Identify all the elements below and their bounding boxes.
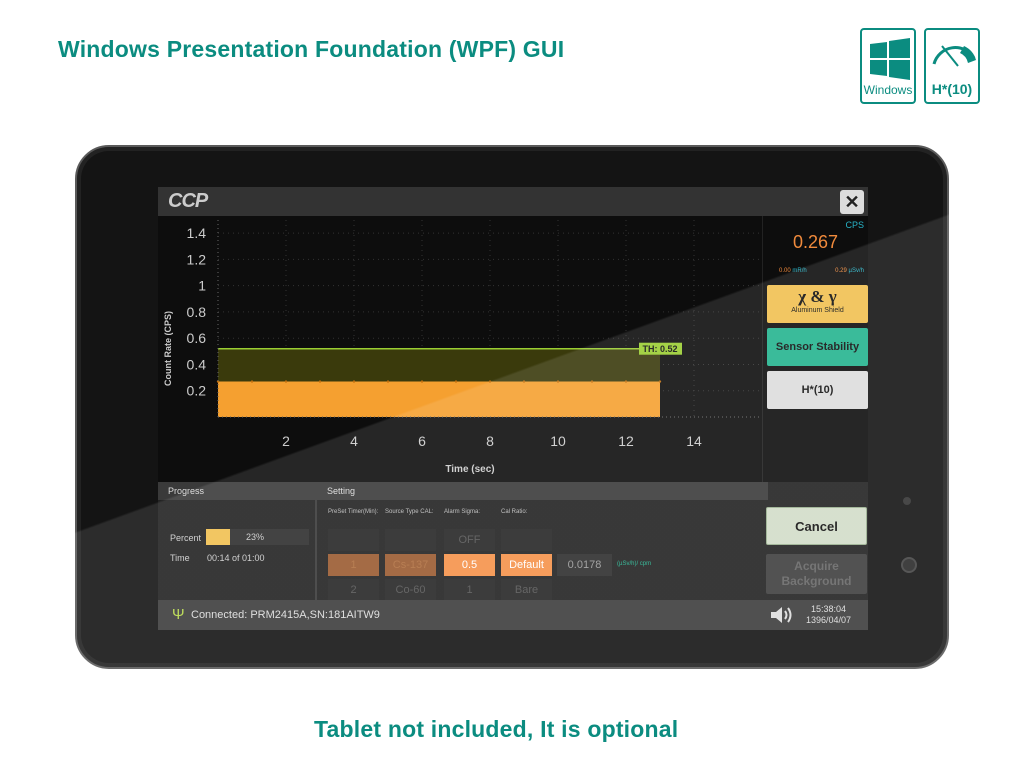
count-rate-chart: TH: 0.52 0.2 0.4 0.6 0.8 1 1.2 1.4 2 4 6 8 10 12 14 Tim… (163, 220, 762, 475)
reading-panel: CPS 0.267 0.00 mR/h 0.29 µSv/h χ & γ Alu… (762, 216, 868, 482)
data-point (284, 380, 288, 383)
badge-label: Windows (863, 83, 913, 97)
count-rate-area (218, 381, 660, 417)
y-axis-title: Count Rate (CPS) (163, 311, 173, 386)
ccp-logo: CCP (168, 190, 208, 212)
setting-column-label: Alarm Sigma: (444, 509, 481, 515)
connection-status: Connected: PRM2415A,SN:181AITW9 (191, 609, 380, 621)
app-window: CCP ✕ TH: 0.52 0.2 0.4 0.6 0.8 1 1.2 1.4 2 4 6 8 10 1… (158, 187, 868, 630)
acquire-background-button[interactable]: Acquire Background (766, 554, 867, 594)
windows-badge: Windows (860, 28, 916, 104)
windows-logo-icon (870, 38, 910, 80)
gauge-icon (932, 45, 976, 67)
divider (315, 482, 317, 600)
setting-column-label: Source Type CAL: (385, 509, 434, 515)
title-bar: CCP ✕ (158, 187, 868, 216)
data-point (454, 380, 458, 383)
cps-value: 0.267 (792, 232, 839, 252)
y-tick-label: 0.4 (187, 356, 207, 372)
badge-label: H*(10) (931, 81, 973, 97)
setting-option-selected[interactable]: Default (501, 554, 552, 576)
page-title: Windows Presentation Foundation (WPF) GU… (58, 36, 565, 62)
ratio-value: 0.0178 (557, 554, 612, 576)
x-axis-title: Time (sec) (445, 464, 494, 475)
clock-date: 1396/04/07 (806, 615, 852, 625)
clock-time: 15:38:04 (811, 604, 847, 614)
y-tick-label: 1 (198, 278, 206, 294)
setting-option-below[interactable]: 2 (328, 579, 379, 601)
x-tick-label: 4 (350, 433, 358, 449)
data-point (488, 380, 492, 383)
progress-header: Progress (158, 482, 315, 500)
setting-option-selected[interactable]: 1 (328, 554, 379, 576)
data-point (250, 380, 254, 383)
setting-option-above[interactable] (385, 529, 436, 551)
setting-option-above[interactable] (501, 529, 552, 551)
footer-note: Tablet not included, It is optional (314, 716, 679, 742)
cps-unit: CPS (845, 220, 864, 230)
setting-header: Setting (317, 482, 768, 500)
x-tick-label: 8 (486, 433, 494, 449)
bottom-panel: Progress Setting Percent 23% Time 00:14 … (158, 482, 868, 601)
h10-button[interactable]: H*(10) (767, 371, 868, 409)
data-point (590, 380, 594, 383)
home-button[interactable] (901, 557, 917, 573)
percent-text: 23% (246, 532, 265, 542)
xg-sublabel: Aluminum Shield (791, 307, 844, 314)
cancel-button[interactable]: Cancel (766, 507, 867, 545)
ratio-unit: (µSv/h)/ cpm (617, 561, 652, 567)
y-tick-label: 0.8 (187, 304, 207, 320)
setting-option-below[interactable]: Bare (501, 579, 552, 601)
threshold-label: TH: 0.52 (642, 344, 677, 354)
mr-value: 0.00 (779, 268, 791, 274)
data-point (522, 380, 526, 383)
x-tick-label: 12 (618, 433, 634, 449)
usb-icon: Ψ (172, 606, 185, 623)
h10-badge: H*(10) (924, 28, 980, 104)
xg-label: χ & γ (798, 287, 837, 306)
x-tick-label: 14 (686, 433, 702, 449)
close-button[interactable]: ✕ (840, 190, 864, 214)
data-point (624, 380, 628, 383)
x-tick-label: 6 (418, 433, 426, 449)
progress-fill (206, 529, 230, 545)
y-tick-label: 0.2 (187, 383, 207, 399)
y-tick-label: 0.6 (187, 330, 207, 346)
setting-option-selected[interactable]: Cs-137 (385, 554, 436, 576)
usv-unit: µSv/h (848, 268, 864, 274)
speaker-icon[interactable] (770, 605, 796, 625)
sensor-stability-button[interactable]: Sensor Stability (767, 328, 868, 366)
time-value: 00:14 of 01:00 (207, 553, 265, 563)
percent-label: Percent (170, 533, 202, 543)
setting-option-selected[interactable]: 0.5 (444, 554, 495, 576)
progress-bar: 23% (206, 529, 309, 545)
x-tick-label: 10 (550, 433, 566, 449)
setting-column-label: PreSet Timer(Min): (328, 509, 379, 515)
data-point (352, 380, 356, 383)
x-tick-label: 2 (282, 433, 290, 449)
setting-option-above[interactable]: OFF (444, 529, 495, 551)
mr-unit: mR/h (792, 268, 807, 274)
setting-column-label: Cal Ratio: (501, 509, 528, 515)
y-tick-label: 1.4 (187, 225, 207, 241)
data-point (420, 380, 424, 383)
data-point (318, 380, 322, 383)
time-label: Time (170, 553, 190, 563)
setting-option-below[interactable]: Co-60 (385, 579, 436, 601)
data-point (556, 380, 560, 383)
setting-option-above[interactable] (328, 529, 379, 551)
xg-mode-button[interactable]: χ & γ Aluminum Shield (767, 285, 868, 323)
usv-value: 0.29 (835, 268, 847, 274)
data-point (658, 380, 662, 383)
y-tick-label: 1.2 (187, 251, 207, 267)
data-point (386, 380, 390, 383)
camera-dot (903, 497, 911, 505)
status-bar: Ψ Connected: PRM2415A,SN:181AITW9 15:38:… (158, 600, 868, 630)
setting-option-below[interactable]: 1 (444, 579, 495, 601)
